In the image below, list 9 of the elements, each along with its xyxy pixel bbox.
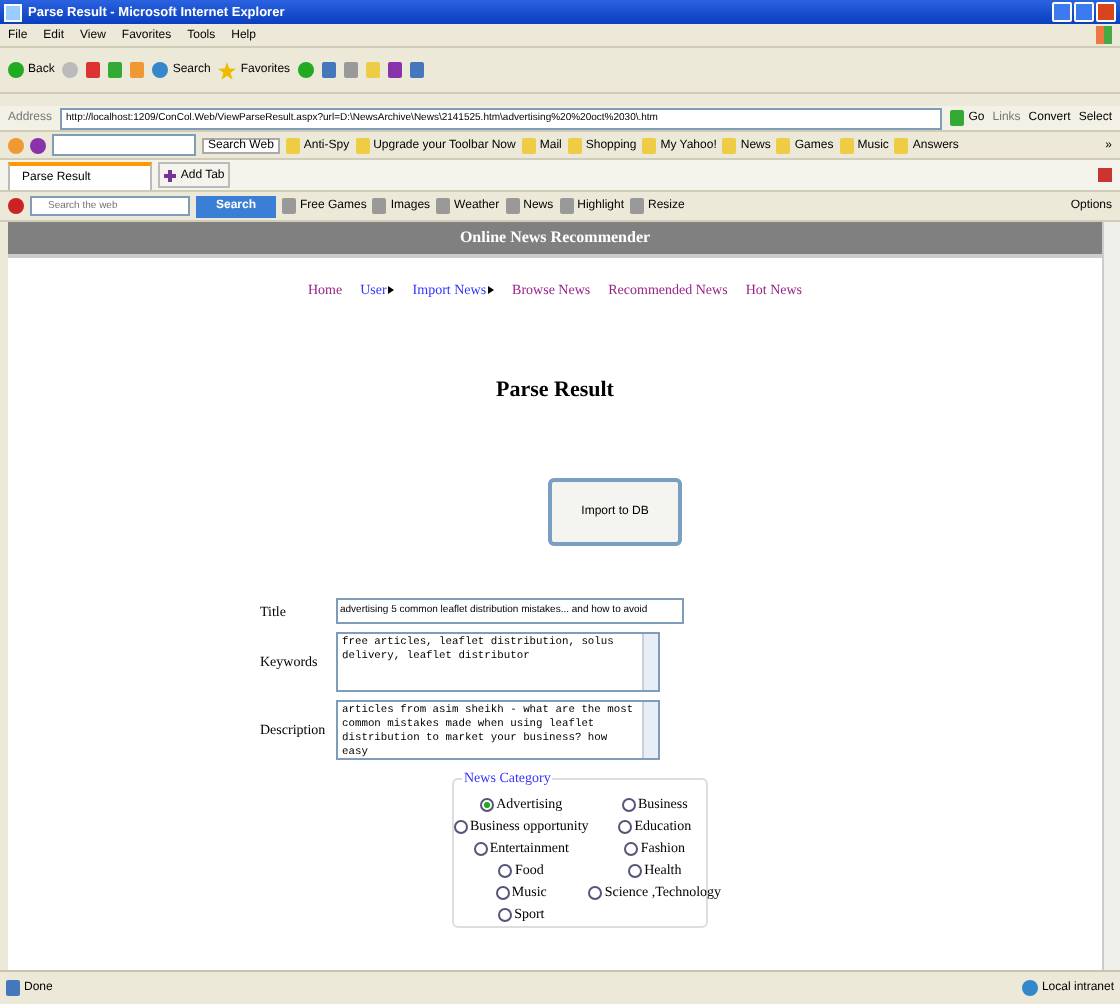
maximize-button[interactable] — [1074, 2, 1094, 22]
site-header: Online News Recommender — [8, 222, 1102, 258]
plus-icon — [164, 169, 177, 181]
toolbar-search-field[interactable] — [52, 134, 196, 156]
star-icon — [218, 61, 237, 79]
page-heading: Parse Result — [494, 378, 616, 402]
minimize-button[interactable] — [1052, 2, 1072, 22]
close-button[interactable] — [1096, 2, 1116, 22]
scrollbar[interactable] — [1102, 222, 1120, 970]
